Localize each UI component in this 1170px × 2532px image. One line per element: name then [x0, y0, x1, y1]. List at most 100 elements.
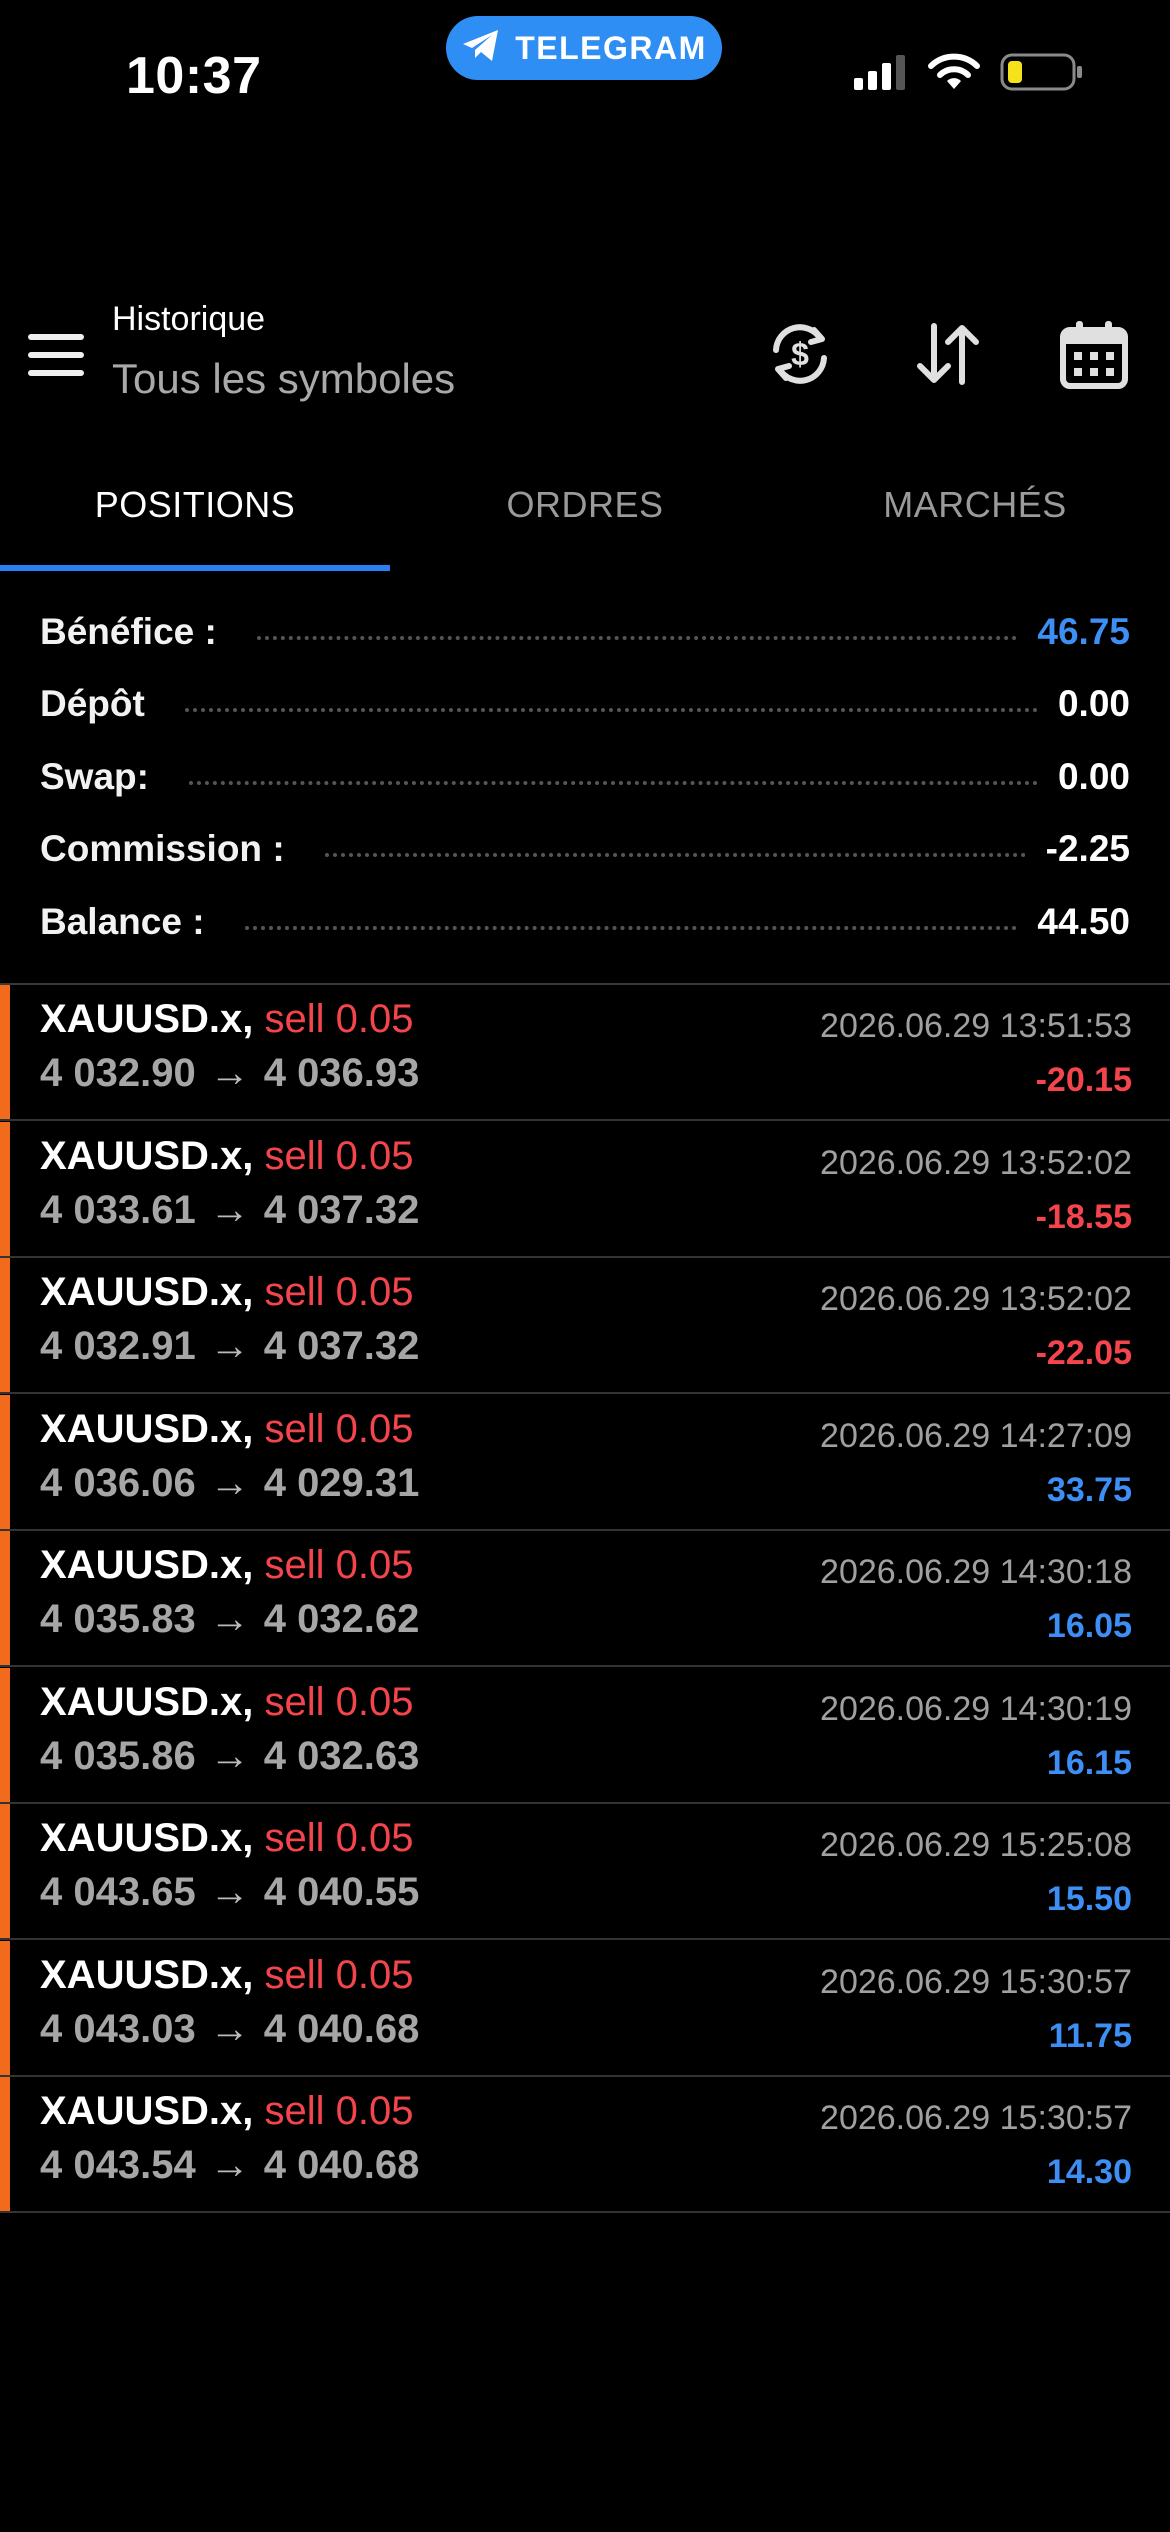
trade-row[interactable]: XAUUSD.x, sell 0.05 4 035.86 → 4 032.63 2026…	[0, 1667, 1170, 1804]
trade-profit: -22.05	[1035, 1334, 1132, 1372]
position-marker	[0, 2077, 10, 2211]
position-marker	[0, 1394, 10, 1529]
trade-symbol: XAUUSD.x,	[40, 1543, 254, 1587]
tab-ordres[interactable]: ORDRES	[390, 484, 780, 526]
open-price: 4 043.65	[40, 1870, 196, 1914]
trade-datetime: 2026.06.29 14:27:09	[820, 1416, 1132, 1455]
trade-prices: 4 033.61 → 4 037.32	[40, 1188, 419, 1233]
open-price: 4 035.86	[40, 1733, 196, 1778]
trade-datetime: 2026.06.29 15:25:08	[820, 1826, 1132, 1864]
trade-prices: 4 032.91 → 4 037.32	[40, 1324, 419, 1369]
trade-symbol: XAUUSD.x,	[40, 2089, 254, 2133]
trade-datetime: 2026.06.29 15:30:57	[820, 1962, 1132, 2001]
trade-prices: 4 035.83 → 4 032.62	[40, 1597, 419, 1642]
dotted-leader	[324, 853, 1026, 857]
summary-row: Swap: 0.00	[40, 749, 1130, 805]
summary-row: Bénéfice : 46.75	[40, 604, 1130, 660]
open-price: 4 032.91	[40, 1324, 196, 1368]
summary-value: 46.75	[1037, 611, 1130, 652]
position-marker	[0, 1531, 10, 1665]
dotted-leader	[188, 781, 1038, 785]
signal-icon	[852, 54, 908, 95]
trade-symbol-line: XAUUSD.x, sell 0.05	[40, 997, 414, 1042]
dotted-leader	[256, 636, 1018, 640]
dotted-leader	[244, 926, 1018, 930]
trade-row[interactable]: XAUUSD.x, sell 0.05 4 036.06 → 4 029.31 2026…	[0, 1394, 1170, 1531]
trade-prices: 4 043.54 → 4 040.68	[40, 2143, 419, 2188]
trade-datetime: 2026.06.29 13:52:02	[820, 1280, 1132, 1318]
dotted-leader	[184, 708, 1038, 712]
arrow-right-icon: →	[209, 1324, 250, 1368]
summary-label: Balance :	[40, 901, 205, 942]
currency-exchange-icon[interactable]: $	[764, 318, 836, 390]
trade-symbol-line: XAUUSD.x, sell 0.05	[40, 1134, 414, 1179]
arrow-right-icon: →	[209, 1187, 250, 1232]
tab-positions[interactable]: POSITIONS	[0, 484, 390, 526]
trade-row[interactable]: XAUUSD.x, sell 0.05 4 043.54 → 4 040.68 2026…	[0, 2077, 1170, 2213]
close-price: 4 040.55	[263, 1870, 420, 1914]
trade-row[interactable]: XAUUSD.x, sell 0.05 4 043.03 → 4 040.68 2026…	[0, 1940, 1170, 2077]
trade-symbol-line: XAUUSD.x, sell 0.05	[40, 1680, 414, 1725]
trade-side: sell 0.05	[264, 1952, 414, 1997]
trade-datetime: 2026.06.29 15:30:57	[820, 2099, 1132, 2137]
telegram-return-pill[interactable]: TELEGRAM	[446, 16, 722, 80]
trade-row[interactable]: XAUUSD.x, sell 0.05 4 035.83 → 4 032.62 2026…	[0, 1531, 1170, 1667]
close-price: 4 032.62	[263, 1597, 420, 1641]
summary-value: 0.00	[1057, 683, 1130, 724]
trade-profit: -18.55	[1035, 1197, 1132, 1236]
summary-label: Commission :	[40, 828, 285, 869]
position-marker	[0, 1121, 10, 1256]
trade-prices: 4 032.90 → 4 036.93	[40, 1051, 419, 1096]
active-tab-indicator	[0, 565, 390, 571]
trade-symbol: XAUUSD.x,	[40, 1816, 254, 1860]
trade-symbol: XAUUSD.x,	[40, 997, 254, 1041]
trade-symbol-line: XAUUSD.x, sell 0.05	[40, 1270, 414, 1315]
trade-symbol-line: XAUUSD.x, sell 0.05	[40, 1816, 414, 1861]
open-price: 4 043.54	[40, 2143, 196, 2187]
close-price: 4 032.63	[263, 1733, 420, 1778]
trade-symbol: XAUUSD.x,	[40, 1952, 254, 1997]
arrow-right-icon: →	[209, 1870, 250, 1914]
summary-value: 0.00	[1057, 756, 1130, 797]
arrow-right-icon: →	[209, 2006, 250, 2051]
trade-symbol-line: XAUUSD.x, sell 0.05	[40, 1407, 414, 1452]
tab-marches[interactable]: MARCHÉS	[780, 484, 1170, 526]
position-marker	[0, 985, 10, 1119]
position-marker	[0, 1667, 10, 1802]
open-price: 4 032.90	[40, 1051, 196, 1095]
summary-row: Commission : -2.25	[40, 821, 1130, 877]
arrow-right-icon: →	[209, 1733, 250, 1778]
trade-symbol: XAUUSD.x,	[40, 1406, 254, 1451]
open-price: 4 036.06	[40, 1460, 196, 1505]
close-price: 4 036.93	[263, 1051, 420, 1095]
open-price: 4 043.03	[40, 2006, 196, 2051]
telegram-icon	[461, 28, 501, 69]
close-price: 4 040.68	[263, 2006, 420, 2051]
trade-profit: 16.05	[1046, 1607, 1132, 1645]
arrow-right-icon: →	[209, 1597, 250, 1641]
open-price: 4 035.83	[40, 1597, 196, 1641]
trade-row[interactable]: XAUUSD.x, sell 0.05 4 032.90 → 4 036.93 2026…	[0, 985, 1170, 1121]
trade-profit: 33.75	[1046, 1470, 1132, 1509]
trade-row[interactable]: XAUUSD.x, sell 0.05 4 043.65 → 4 040.55 2026…	[0, 1804, 1170, 1940]
trade-symbol: XAUUSD.x,	[40, 1270, 254, 1314]
calendar-icon[interactable]	[1058, 318, 1130, 390]
summary-row: Dépôt 0.00	[40, 676, 1130, 732]
summary-value: 44.50	[1037, 901, 1130, 942]
close-price: 4 029.31	[263, 1460, 420, 1505]
trade-row[interactable]: XAUUSD.x, sell 0.05 4 033.61 → 4 037.32 2026…	[0, 1121, 1170, 1258]
sort-icon[interactable]	[912, 318, 984, 390]
trade-profit: 14.30	[1046, 2153, 1132, 2191]
status-time: 10:37	[126, 47, 262, 105]
arrow-right-icon: →	[209, 2143, 250, 2187]
position-marker	[0, 1804, 10, 1938]
menu-icon-line	[28, 370, 84, 376]
trade-symbol: XAUUSD.x,	[40, 1679, 254, 1724]
trade-row[interactable]: XAUUSD.x, sell 0.05 4 032.91 → 4 037.32 2026…	[0, 1258, 1170, 1394]
menu-icon-line	[28, 352, 84, 358]
trade-profit: -20.15	[1035, 1061, 1132, 1099]
svg-text:$: $	[791, 336, 809, 372]
symbol-filter[interactable]: Tous les symboles	[112, 355, 455, 403]
menu-button[interactable]	[28, 334, 84, 376]
summary-row: Balance : 44.50	[40, 894, 1130, 950]
